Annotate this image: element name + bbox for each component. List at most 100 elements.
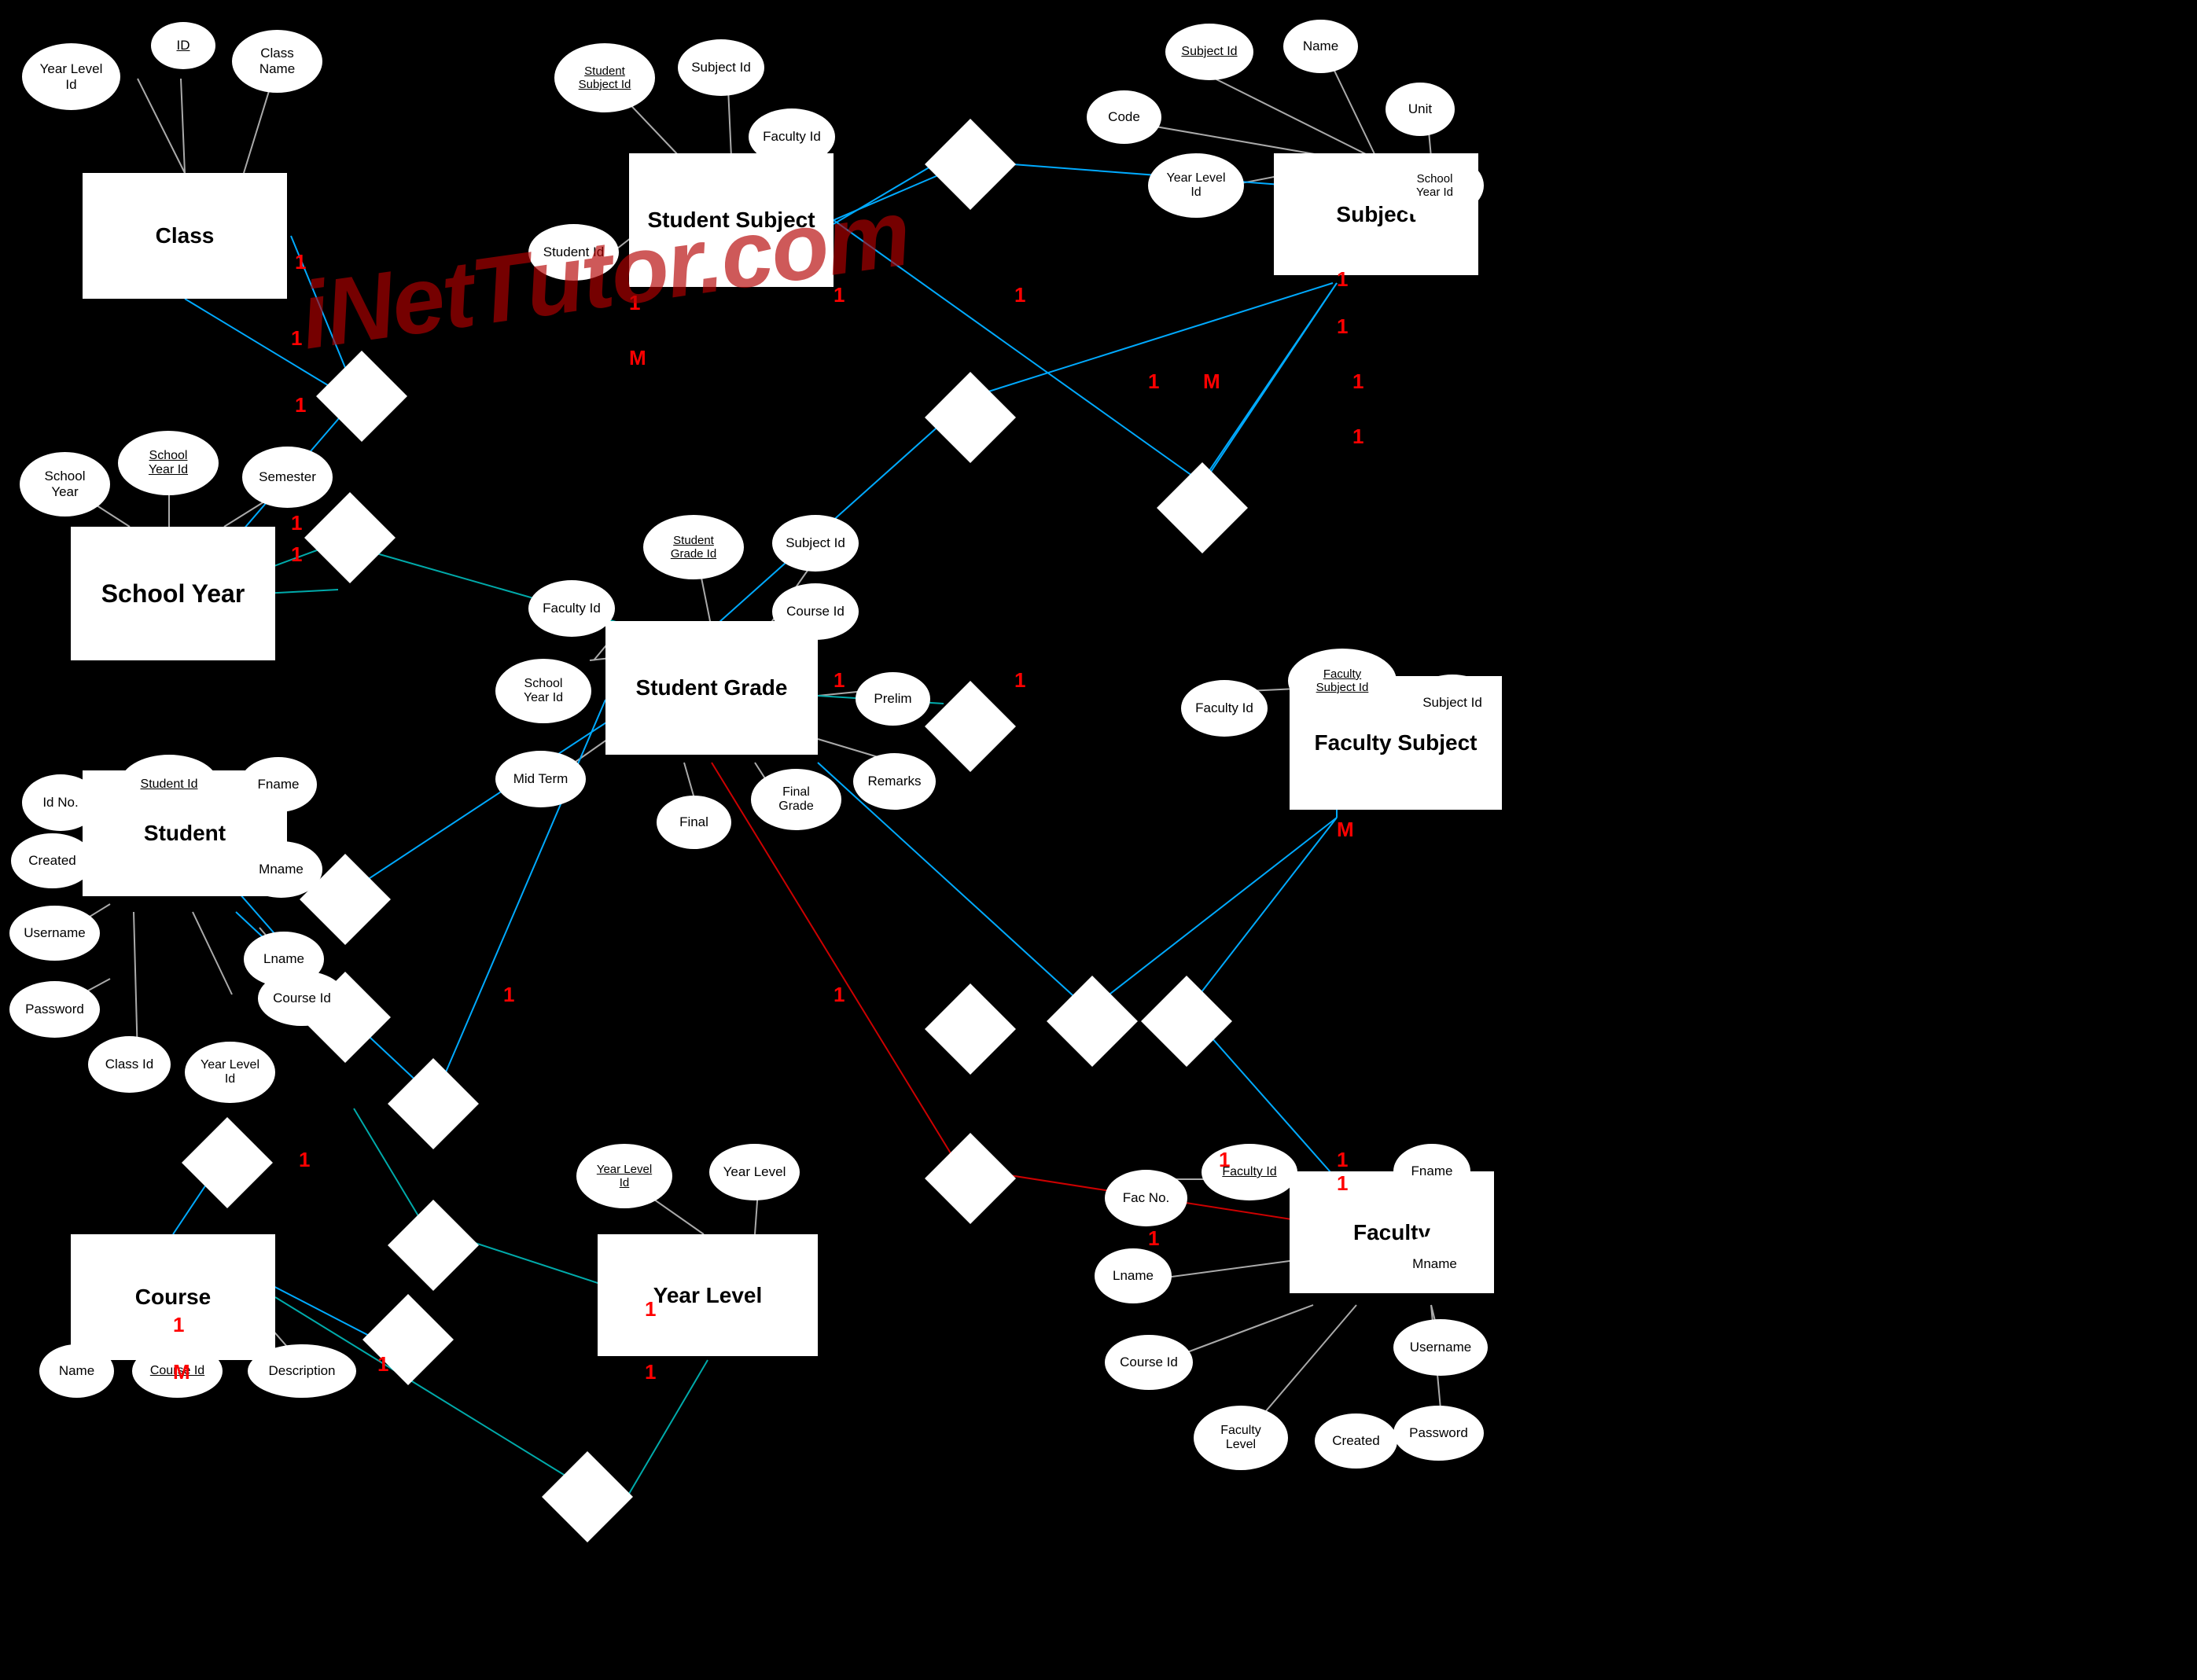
relation-has-center-label: has: [941, 717, 1000, 735]
card-10: 1: [1337, 267, 1348, 292]
attr-fac-lname: Lname: [1095, 1248, 1172, 1303]
attr-yl-yearlevelid: Year LevelId: [576, 1144, 672, 1208]
attr-sg-studentgradeid: StudentGrade Id: [643, 515, 744, 579]
entity-schoolyear: School Year: [71, 527, 275, 660]
attr-fac-facno: Fac No.: [1105, 1170, 1187, 1226]
relation-has-mid-label: has: [941, 407, 1000, 425]
relation-handle-label: handle: [1148, 1012, 1227, 1028]
attr-fs-facultysubjectid: FacultySubject Id: [1288, 649, 1397, 713]
card-14: 1: [1352, 369, 1363, 394]
connection-lines: [0, 0, 2197, 1680]
attr-fac-mname: Mname: [1393, 1236, 1476, 1292]
attr-student-yearlevelid: Year LevelId: [185, 1042, 275, 1103]
card-2: 1: [291, 326, 302, 351]
card-23: 1: [377, 1352, 388, 1377]
attr-sg-prelim: Prelim: [856, 672, 930, 726]
attr-student-password: Password: [9, 981, 100, 1038]
attr-sg-subjectid: Subject Id: [772, 515, 859, 572]
card-7: M: [629, 346, 646, 370]
card-22: 1: [645, 1360, 656, 1384]
relation-belong2-label: belong: [388, 1094, 479, 1111]
relation-has-course-label: has: [379, 1330, 438, 1348]
attr-sy-schoolyear: SchoolYear: [20, 452, 110, 516]
attr-sy-semester: Semester: [242, 447, 333, 508]
card-24: 1: [173, 1313, 184, 1337]
attr-student-created: Created: [11, 833, 94, 888]
card-19: 1: [834, 983, 845, 1007]
attr-student-studentid: Student Id: [120, 755, 219, 814]
attr-student-mname: Mname: [240, 841, 322, 898]
attr-class-classname: ClassName: [232, 30, 322, 93]
attr-sub-code: Code: [1087, 90, 1161, 144]
attr-fac-created: Created: [1315, 1413, 1397, 1469]
card-28: 1: [1337, 1171, 1348, 1196]
card-11: 1: [1337, 314, 1348, 339]
attr-fac-facultylevel: FacultyLevel: [1194, 1406, 1288, 1470]
attr-ss-facultyid: Faculty Id: [749, 108, 835, 165]
card-27: 1: [1148, 1226, 1159, 1251]
attr-fac-courseid: Course Id: [1105, 1335, 1193, 1390]
card-15: 1: [1352, 425, 1363, 449]
card-26: M: [1337, 818, 1354, 842]
relation-assigned-label: assigned: [1042, 1012, 1144, 1028]
attr-sg-remarks: Remarks: [853, 753, 936, 810]
attr-course-description: Description: [248, 1344, 356, 1398]
relation-has-top-label: has: [941, 154, 1000, 172]
attr-student-classid: Class Id: [88, 1036, 171, 1093]
card-17: 1: [1014, 668, 1025, 693]
attr-sy-schoolyearid: SchoolYear Id: [118, 431, 219, 495]
card-12: 1: [1148, 369, 1159, 394]
card-20: 1: [299, 1148, 310, 1172]
attr-fs-facultyid: Faculty Id: [1181, 680, 1268, 737]
attr-sg-courseid: Course Id: [772, 583, 859, 640]
attr-sg-final: Final: [657, 796, 731, 849]
card-18: 1: [503, 983, 514, 1007]
relation-has-yearlevel-label: has: [941, 1020, 1000, 1038]
attr-sub-subjectid: Subject Id: [1165, 24, 1253, 80]
attr-fs-subjectid: Subject Id: [1409, 675, 1496, 731]
er-diagram: iNetTutor.com Class School Year Student …: [0, 0, 2197, 1680]
attr-fac-username: Username: [1393, 1319, 1488, 1376]
entity-studentgrade: Student Grade: [605, 621, 818, 755]
card-21: 1: [645, 1297, 656, 1322]
attr-fac-fname: Fname: [1393, 1144, 1470, 1199]
attr-sub-schoolyearid: SchoolYear Id: [1386, 153, 1484, 218]
entity-yearlevel: Year Level: [598, 1234, 818, 1356]
relation-input-label: input: [941, 1169, 1000, 1186]
relation-has-subject-label: has: [1173, 498, 1232, 516]
relation-record-label: record: [392, 1236, 474, 1252]
attr-sg-midterm: Mid Term: [495, 751, 586, 807]
attr-sg-finalgrade: FinalGrade: [751, 769, 841, 830]
relation-view-label: view: [316, 890, 375, 906]
attr-fac-facultyid: Faculty Id: [1202, 1144, 1297, 1200]
card-29: 1: [1337, 1148, 1348, 1172]
card-4: 1: [291, 511, 302, 535]
attr-course-name: Name: [39, 1344, 114, 1398]
attr-fac-password: Password: [1393, 1406, 1484, 1461]
attr-ss-subjectid: Subject Id: [678, 39, 764, 96]
card-30: 1: [1219, 1148, 1230, 1172]
entity-class: Class: [83, 173, 287, 299]
attr-ss-studentsubjectid: StudentSubject Id: [554, 43, 655, 112]
relation-belong-label: belong: [317, 387, 392, 403]
relation-compiled-label: compiled: [303, 528, 396, 545]
attr-student-idno: Id No.: [22, 774, 99, 831]
card-25: M: [173, 1360, 190, 1384]
card-9: 1: [1014, 283, 1025, 307]
attr-student-fname: Fname: [240, 757, 317, 812]
attr-sg-facultyid: Faculty Id: [528, 580, 615, 637]
card-3: 1: [295, 393, 306, 417]
attr-sub-name: Name: [1283, 20, 1358, 73]
attr-class-yearlevelid: Year LevelId: [22, 43, 120, 110]
attr-sub-yearlevelid: Year LevelId: [1148, 153, 1244, 218]
attr-sub-unit: Unit: [1386, 83, 1455, 136]
attr-yl-yearlevel: Year Level: [709, 1144, 800, 1200]
attr-sg-schoolyearid: SchoolYear Id: [495, 659, 591, 723]
attr-student-username: Username: [9, 906, 100, 961]
relation-teach-label: teach: [558, 1487, 617, 1504]
attr-class-id: ID: [151, 22, 215, 69]
card-13: M: [1203, 369, 1220, 394]
card-16: 1: [834, 668, 845, 693]
relation-enroll-label: enroll: [186, 1153, 269, 1170]
entity-course: Course: [71, 1234, 275, 1360]
